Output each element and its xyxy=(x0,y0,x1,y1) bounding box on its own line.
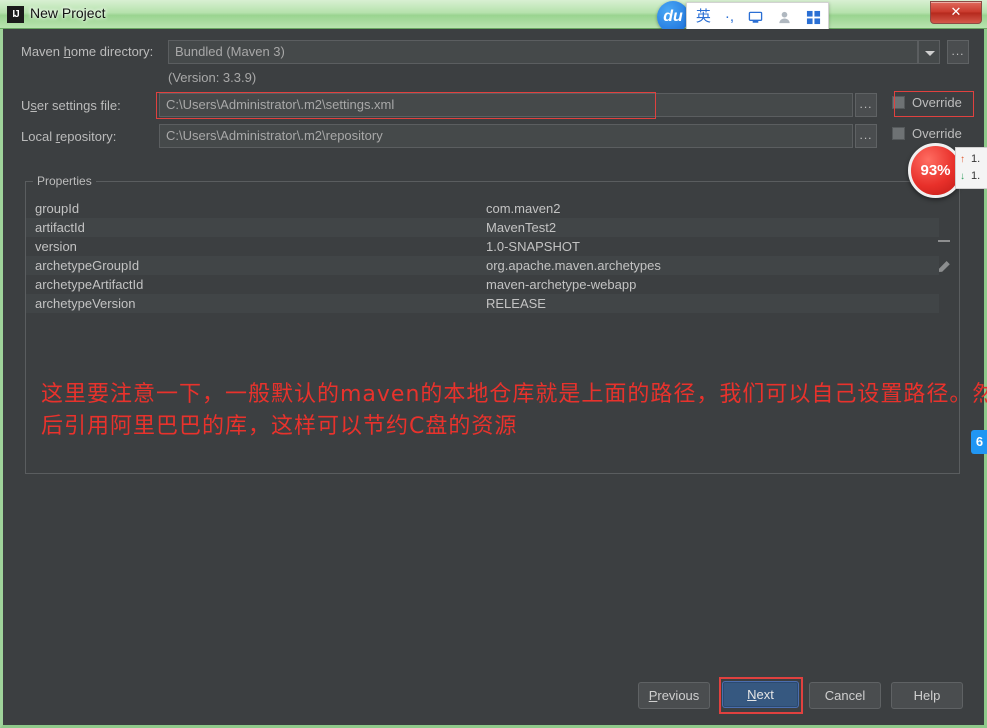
screen: IJ New Project ✕ du 英 ·, Maven home dire… xyxy=(0,0,987,728)
intellij-app-icon: IJ xyxy=(7,6,24,23)
new-project-maven-settings-panel: Maven home directory: Bundled (Maven 3) … xyxy=(3,29,987,725)
property-key: groupId xyxy=(35,201,80,216)
maven-home-directory-combo[interactable]: Bundled (Maven 3) xyxy=(168,40,918,64)
property-value: RELEASE xyxy=(486,296,546,311)
window-title: New Project xyxy=(30,5,106,21)
user-settings-file-label: User settings file: xyxy=(21,98,121,113)
property-value: MavenTest2 xyxy=(486,220,557,235)
property-key: archetypeGroupId xyxy=(35,258,140,273)
ime-language-mode-button[interactable]: 英 xyxy=(689,4,718,30)
upload-value: 1. xyxy=(971,153,981,165)
download-arrow-icon: ↓ xyxy=(960,171,965,182)
network-arrows: ↑ ↓ xyxy=(956,151,969,185)
property-key: archetypeArtifactId xyxy=(35,277,144,292)
property-value: 1.0-SNAPSHOT xyxy=(486,239,580,254)
help-button[interactable]: Help xyxy=(891,682,963,709)
user-settings-file-label-text: User settings file: xyxy=(21,98,121,113)
maven-home-directory-label: Maven home directory: xyxy=(21,44,153,59)
maven-home-dropdown-arrow-icon[interactable] xyxy=(918,40,940,64)
window-titlebar[interactable]: IJ New Project ✕ xyxy=(0,0,987,29)
property-key: version xyxy=(35,239,77,254)
person-icon[interactable] xyxy=(770,10,799,25)
user-settings-browse-button[interactable]: ... xyxy=(855,93,877,117)
table-row[interactable]: artifactId MavenTest2 xyxy=(26,218,939,237)
property-key: artifactId xyxy=(35,220,85,235)
table-row[interactable]: archetypeVersion RELEASE xyxy=(26,294,939,313)
table-row[interactable]: version 1.0-SNAPSHOT xyxy=(26,237,939,256)
checkbox-box-icon[interactable] xyxy=(892,96,905,109)
local-repository-label-text: Local repository: xyxy=(21,129,117,144)
keyboard-icon[interactable] xyxy=(741,10,770,25)
user-settings-override-checkbox[interactable]: Override xyxy=(892,95,962,110)
local-repository-label: Local repository: xyxy=(21,129,116,144)
network-values: 1. 1. xyxy=(969,151,980,185)
maven-version-note: (Version: 3.3.9) xyxy=(168,70,257,85)
next-button[interactable]: Next xyxy=(722,681,799,708)
previous-button[interactable]: Previous xyxy=(638,682,710,709)
maven-home-browse-button[interactable]: ... xyxy=(947,40,969,64)
download-value: 1. xyxy=(971,170,981,182)
properties-legend: Properties xyxy=(33,174,96,188)
user-settings-override-label: Override xyxy=(912,95,962,110)
local-repository-input[interactable]: C:\Users\Administrator\.m2\repository xyxy=(159,124,853,148)
baidu-ime-toolbar[interactable]: 英 ·, xyxy=(686,2,829,32)
property-value: com.maven2 xyxy=(486,201,561,216)
grid-icon[interactable] xyxy=(799,10,828,25)
table-row[interactable]: groupId com.maven2 xyxy=(26,199,939,218)
local-repository-override-label: Override xyxy=(912,126,962,141)
maven-home-directory-label-text: Maven home directory: xyxy=(21,44,154,59)
checkbox-box-icon[interactable] xyxy=(892,127,905,140)
property-value: org.apache.maven.archetypes xyxy=(486,258,661,273)
upload-arrow-icon: ↑ xyxy=(960,154,965,165)
user-settings-file-input[interactable]: C:\Users\Administrator\.m2\settings.xml xyxy=(159,93,853,117)
ime-punctuation-mode-button[interactable]: ·, xyxy=(718,4,741,30)
local-repository-override-checkbox[interactable]: Override xyxy=(892,126,962,141)
table-row[interactable]: archetypeArtifactId maven-archetype-weba… xyxy=(26,275,939,294)
properties-table[interactable]: groupId com.maven2 artifactId MavenTest2… xyxy=(26,199,939,313)
cancel-button[interactable]: Cancel xyxy=(809,682,881,709)
close-window-button[interactable]: ✕ xyxy=(930,1,982,24)
local-repository-browse-button[interactable]: ... xyxy=(855,124,877,148)
network-speed-widget[interactable]: ↑ ↓ 1. 1. xyxy=(955,147,987,189)
table-row[interactable]: archetypeGroupId org.apache.maven.archet… xyxy=(26,256,939,275)
property-key: archetypeVersion xyxy=(35,296,136,311)
side-tab-icon[interactable]: 6 xyxy=(971,430,987,454)
property-value: maven-archetype-webapp xyxy=(486,277,637,292)
